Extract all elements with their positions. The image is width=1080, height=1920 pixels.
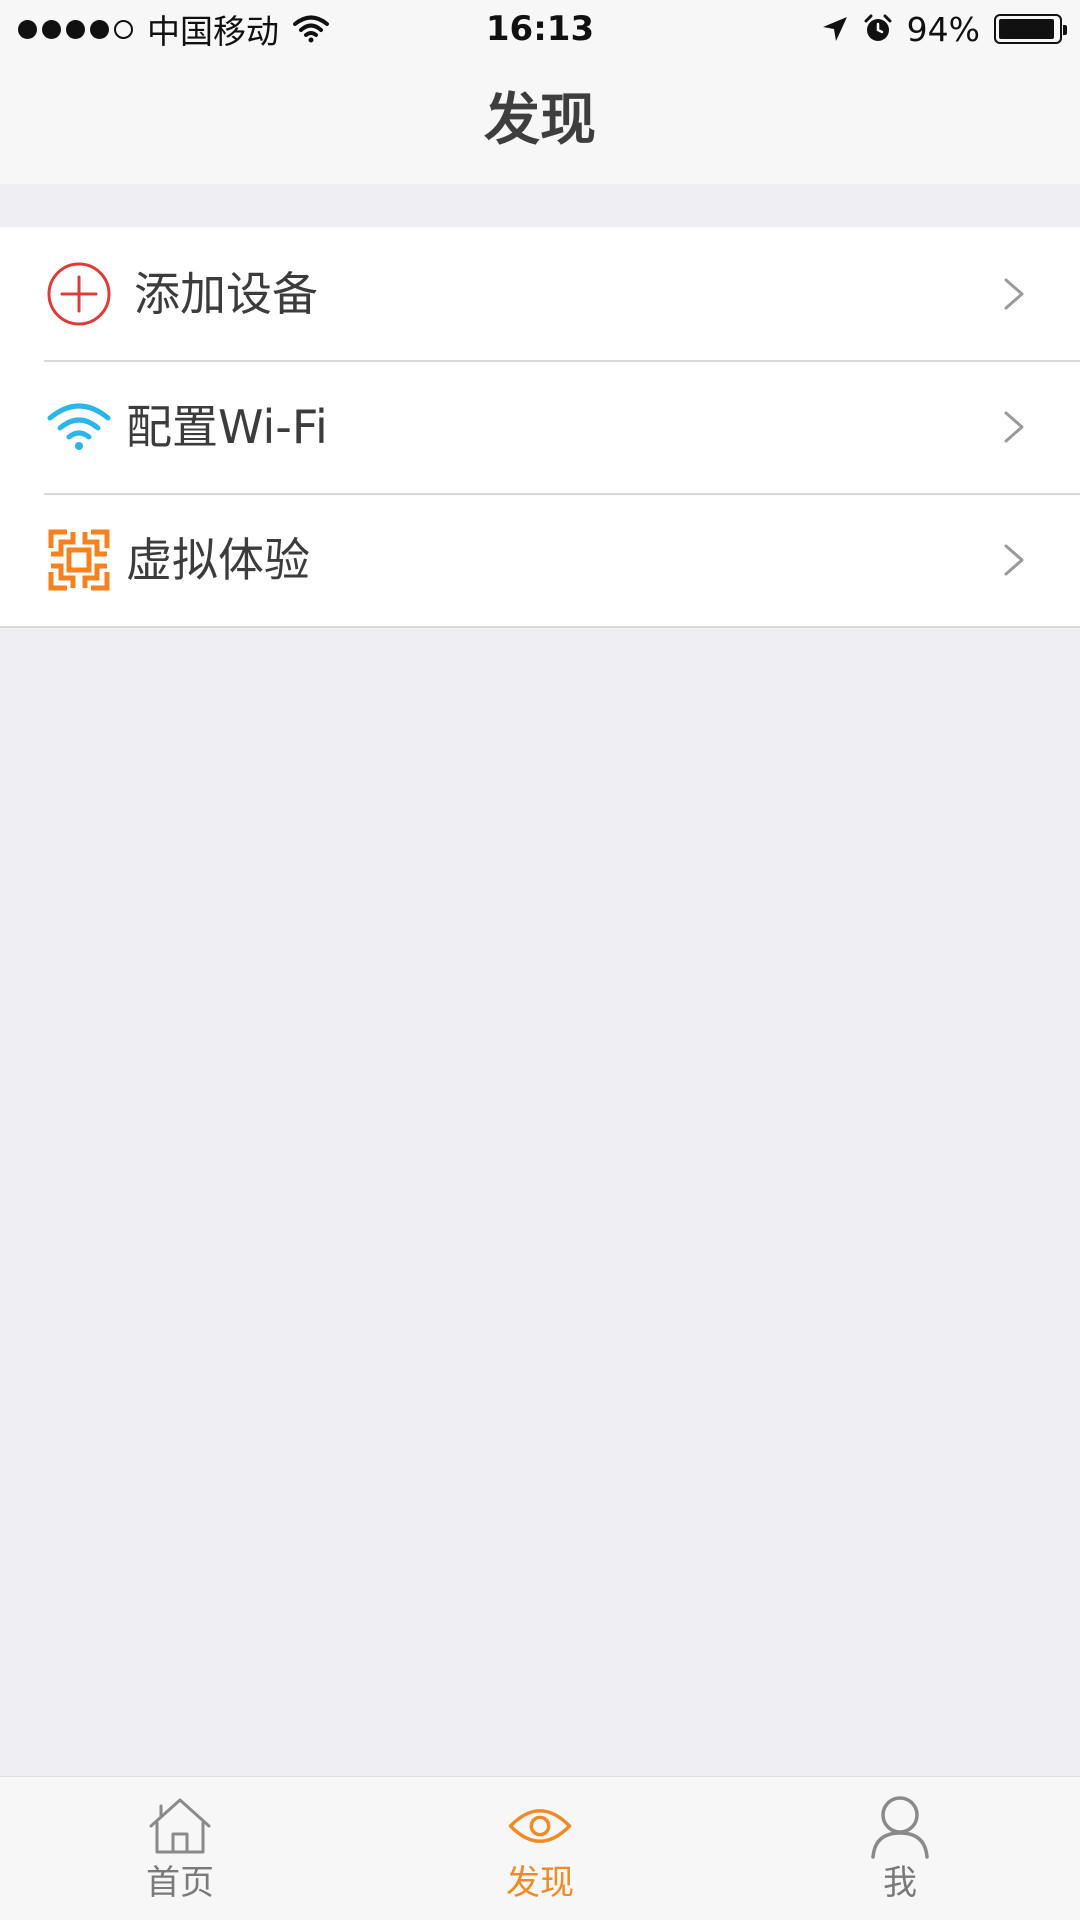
status-bar: 中国移动 16:13 94% bbox=[0, 0, 1080, 58]
wifi-icon bbox=[46, 394, 112, 460]
tab-me[interactable]: 我 bbox=[720, 1777, 1080, 1920]
tab-label: 首页 bbox=[146, 1863, 214, 1903]
home-icon bbox=[147, 1793, 213, 1859]
add-circle-icon bbox=[46, 261, 112, 327]
eye-icon bbox=[507, 1793, 573, 1859]
tab-home[interactable]: 首页 bbox=[0, 1777, 360, 1920]
location-arrow-icon bbox=[821, 15, 849, 43]
battery-fill bbox=[999, 19, 1054, 39]
tab-discover[interactable]: 发现 bbox=[360, 1777, 720, 1920]
discover-list: 添加设备 配置Wi-Fi 虚拟体验 bbox=[0, 227, 1080, 628]
battery-icon bbox=[994, 14, 1067, 44]
battery-tip bbox=[1063, 25, 1067, 35]
app-screen: 中国移动 16:13 94% 发现 添加设备 配置Wi-Fi 虚拟体验 首页 发… bbox=[0, 0, 1080, 1920]
list-item-add-device[interactable]: 添加设备 bbox=[0, 227, 1080, 360]
tab-label: 我 bbox=[883, 1863, 917, 1903]
chevron-right-icon bbox=[1002, 274, 1026, 314]
list-item-label: 添加设备 bbox=[134, 266, 318, 321]
person-icon bbox=[867, 1793, 933, 1859]
alarm-icon bbox=[863, 14, 893, 44]
list-item-label: 虚拟体验 bbox=[126, 532, 310, 587]
status-right: 94% bbox=[821, 8, 1067, 50]
page-title: 发现 bbox=[484, 88, 596, 153]
battery-percent: 94% bbox=[906, 9, 980, 49]
tab-label: 发现 bbox=[506, 1863, 574, 1903]
tab-bar: 首页 发现 我 bbox=[0, 1776, 1080, 1920]
list-item-configure-wifi[interactable]: 配置Wi-Fi bbox=[0, 360, 1080, 493]
chevron-right-icon bbox=[1002, 540, 1026, 580]
scan-frame-icon bbox=[46, 527, 112, 593]
list-item-label: 配置Wi-Fi bbox=[126, 399, 328, 454]
chevron-right-icon bbox=[1002, 407, 1026, 447]
list-item-virtual-experience[interactable]: 虚拟体验 bbox=[0, 493, 1080, 626]
header-area: 中国移动 16:13 94% 发现 bbox=[0, 0, 1080, 184]
